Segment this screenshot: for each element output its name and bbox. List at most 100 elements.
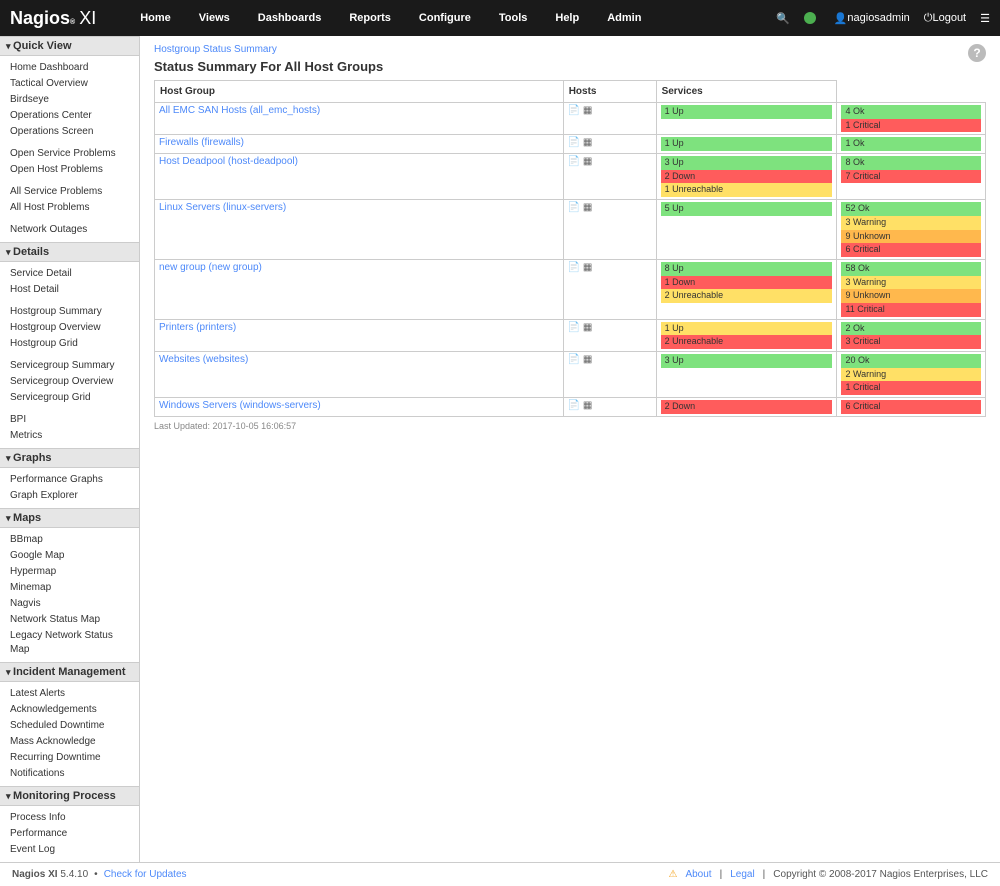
sidebar-item[interactable]: BBmap [0, 532, 139, 548]
sidebar-item[interactable]: All Service Problems [0, 184, 139, 200]
sidebar-item[interactable]: Hostgroup Summary [0, 304, 139, 320]
sidebar-item[interactable]: Open Host Problems [0, 162, 139, 178]
status-badge[interactable]: 2 Down [661, 400, 833, 414]
sidebar-section[interactable]: Quick View Home DashboardTactical Overvi… [0, 36, 139, 242]
sidebar-item[interactable]: Hypermap [0, 564, 139, 580]
sidebar-heading[interactable]: Maps [0, 508, 139, 528]
sidebar-item[interactable]: Operations Center [0, 108, 139, 124]
hostgroup-link[interactable]: Printers (printers) [159, 322, 236, 333]
sidebar-heading[interactable]: Monitoring Process [0, 786, 139, 806]
status-badge[interactable]: 3 Up [661, 156, 833, 170]
sidebar-item[interactable]: Host Detail [0, 282, 139, 298]
sidebar-item[interactable]: Tactical Overview [0, 76, 139, 92]
status-badge[interactable]: 5 Up [661, 202, 833, 216]
sidebar-item[interactable]: Hostgroup Grid [0, 336, 139, 352]
sidebar-item[interactable]: Legacy Network Status Map [0, 628, 139, 658]
status-badge[interactable]: 52 Ok [841, 202, 981, 216]
sidebar-item[interactable]: Graph Explorer [0, 488, 139, 504]
hostgroup-icons[interactable]: 📄 ▦ [563, 135, 656, 154]
sidebar-item[interactable]: Metrics [0, 428, 139, 444]
sidebar-item[interactable]: Acknowledgements [0, 702, 139, 718]
status-badge[interactable]: 8 Ok [841, 156, 981, 170]
status-badge[interactable]: 3 Warning [841, 216, 981, 230]
status-badge[interactable]: 8 Up [661, 262, 833, 276]
hostgroup-link[interactable]: Firewalls (firewalls) [159, 137, 244, 148]
nav-reports[interactable]: Reports [335, 12, 405, 24]
status-badge[interactable]: 20 Ok [841, 354, 981, 368]
status-badge[interactable]: 2 Warning [841, 368, 981, 382]
status-badge[interactable]: 9 Unknown [841, 289, 981, 303]
help-icon[interactable]: ? [968, 44, 986, 62]
sidebar-item[interactable]: Servicegroup Summary [0, 358, 139, 374]
sidebar-item[interactable]: Home Dashboard [0, 60, 139, 76]
hostgroup-link[interactable]: Linux Servers (linux-servers) [159, 202, 286, 213]
sidebar-section[interactable]: Incident Management Latest AlertsAcknowl… [0, 662, 139, 786]
legal-link[interactable]: Legal [730, 869, 754, 880]
sidebar-item[interactable]: Event Log [0, 842, 139, 858]
sidebar-item[interactable]: Google Map [0, 548, 139, 564]
status-badge[interactable]: 1 Down [661, 276, 833, 290]
sidebar-section[interactable]: Details Service DetailHost Detail Hostgro… [0, 242, 139, 448]
hostgroup-icons[interactable]: 📄 ▦ [563, 398, 656, 417]
nav-configure[interactable]: Configure [405, 12, 485, 24]
hostgroup-icons[interactable]: 📄 ▦ [563, 352, 656, 398]
sidebar-item[interactable]: Latest Alerts [0, 686, 139, 702]
hostgroup-icons[interactable]: 📄 ▦ [563, 103, 656, 135]
hamburger-icon[interactable]: ☰ [980, 12, 990, 25]
hostgroup-icons[interactable]: 📄 ▦ [563, 259, 656, 319]
status-badge[interactable]: 3 Critical [841, 335, 981, 349]
sidebar-heading[interactable]: Graphs [0, 448, 139, 468]
sidebar-item[interactable]: Birdseye [0, 92, 139, 108]
sidebar-section[interactable]: Graphs Performance GraphsGraph Explorer [0, 448, 139, 508]
sidebar-item[interactable]: All Host Problems [0, 200, 139, 216]
nav-help[interactable]: Help [541, 12, 593, 24]
nav-dashboards[interactable]: Dashboards [244, 12, 336, 24]
search-icon[interactable]: 🔍 [776, 12, 790, 25]
sidebar-heading[interactable]: Details [0, 242, 139, 262]
status-badge[interactable]: 1 Unreachable [661, 183, 833, 197]
status-badge[interactable]: 2 Unreachable [661, 335, 833, 349]
user-menu[interactable]: 👤 nagiosadmin [834, 12, 910, 25]
status-ok-icon[interactable] [804, 12, 820, 24]
sidebar-item[interactable]: Servicegroup Grid [0, 390, 139, 406]
status-badge[interactable]: 58 Ok [841, 262, 981, 276]
sidebar-heading[interactable]: Quick View [0, 36, 139, 56]
sidebar-heading[interactable]: Incident Management [0, 662, 139, 682]
sidebar-item[interactable]: Nagvis [0, 596, 139, 612]
hostgroup-link[interactable]: Host Deadpool (host-deadpool) [159, 156, 298, 167]
status-badge[interactable]: 3 Warning [841, 276, 981, 290]
sidebar-item[interactable]: Servicegroup Overview [0, 374, 139, 390]
hostgroup-link[interactable]: All EMC SAN Hosts (all_emc_hosts) [159, 105, 320, 116]
nav-admin[interactable]: Admin [593, 12, 655, 24]
status-badge[interactable]: 11 Critical [841, 303, 981, 317]
sidebar-item[interactable]: Hostgroup Overview [0, 320, 139, 336]
sidebar-item[interactable]: Operations Screen [0, 124, 139, 140]
status-badge[interactable]: 2 Unreachable [661, 289, 833, 303]
status-badge[interactable]: 3 Up [661, 354, 833, 368]
sidebar-item[interactable]: Recurring Downtime [0, 750, 139, 766]
sidebar-item[interactable]: Open Service Problems [0, 146, 139, 162]
check-updates-link[interactable]: Check for Updates [104, 869, 187, 880]
status-badge[interactable]: 2 Ok [841, 322, 981, 336]
sidebar-item[interactable]: Scheduled Downtime [0, 718, 139, 734]
status-badge[interactable]: 1 Ok [841, 137, 981, 151]
status-badge[interactable]: 7 Critical [841, 170, 981, 184]
hostgroup-link[interactable]: new group (new group) [159, 262, 262, 273]
sidebar-item[interactable]: Service Detail [0, 266, 139, 282]
warning-icon[interactable]: ⚠ [668, 869, 677, 880]
hostgroup-link[interactable]: Windows Servers (windows-servers) [159, 400, 321, 411]
status-badge[interactable]: 1 Up [661, 137, 833, 151]
hostgroup-icons[interactable]: 📄 ▦ [563, 319, 656, 351]
sidebar-item[interactable]: Network Outages [0, 222, 139, 238]
logout-link[interactable]: ⏻ Logout [924, 12, 966, 25]
status-badge[interactable]: 2 Down [661, 170, 833, 184]
sidebar-item[interactable]: Minemap [0, 580, 139, 596]
sidebar-item[interactable]: Performance [0, 826, 139, 842]
status-badge[interactable]: 9 Unknown [841, 230, 981, 244]
sidebar-section[interactable]: Maps BBmapGoogle MapHypermapMinemapNagvi… [0, 508, 139, 662]
sidebar-item[interactable]: Process Info [0, 810, 139, 826]
nav-views[interactable]: Views [185, 12, 244, 24]
hostgroup-icons[interactable]: 📄 ▦ [563, 154, 656, 200]
status-badge[interactable]: 4 Ok [841, 105, 981, 119]
status-badge[interactable]: 6 Critical [841, 243, 981, 257]
